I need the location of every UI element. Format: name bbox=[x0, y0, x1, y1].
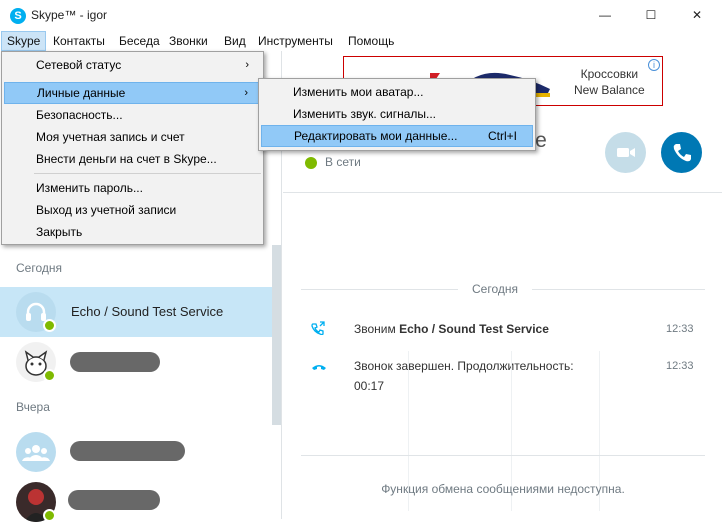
ad-line-2: New Balance bbox=[574, 83, 645, 97]
submenu-item-change-avatar[interactable]: Изменить мои аватар... bbox=[261, 81, 533, 103]
menu-separator bbox=[34, 173, 261, 174]
audio-call-button[interactable] bbox=[661, 132, 702, 173]
ad-text: Кроссовки New Balance bbox=[574, 66, 645, 98]
video-camera-icon bbox=[617, 148, 635, 157]
menu-item-security[interactable]: Безопасность... bbox=[4, 104, 261, 126]
online-status-icon bbox=[43, 319, 56, 332]
call-duration: 00:17 bbox=[354, 379, 385, 393]
submenu-arrow-icon: › bbox=[245, 59, 249, 71]
message-call-started: Звоним Echo / Sound Test Service bbox=[354, 319, 549, 339]
menu-skype[interactable]: Skype bbox=[1, 31, 47, 51]
ad-line-1: Кроссовки bbox=[580, 67, 639, 81]
section-yesterday: Вчера bbox=[16, 400, 50, 414]
messaging-unavailable-notice: Функция обмена сообщениями недоступна. bbox=[301, 455, 705, 496]
menu-bar: Skype Контакты Беседа Звонки Вид Инструм… bbox=[0, 31, 722, 51]
phone-icon bbox=[673, 144, 691, 162]
day-label: Сегодня bbox=[458, 282, 532, 296]
section-today: Сегодня bbox=[16, 261, 62, 275]
message-time: 12:33 bbox=[666, 323, 694, 335]
menu-tools[interactable]: Инструменты bbox=[253, 31, 338, 51]
menu-item-add-credit[interactable]: Внести деньги на счет в Skype... bbox=[4, 148, 261, 170]
message-call-ended: Звонок завершен. Продолжительность: 00:1… bbox=[354, 356, 574, 396]
skype-dropdown-menu: Сетевой статус › Личные данные › Безопас… bbox=[1, 51, 264, 245]
header-divider bbox=[283, 192, 722, 193]
message-text: Звонок завершен. Продолжительность: bbox=[354, 359, 574, 373]
minimize-button[interactable]: — bbox=[590, 4, 620, 26]
contact-status: В сети bbox=[305, 155, 361, 169]
window-title: Skype™ - igor bbox=[31, 8, 108, 22]
menu-item-label: Личные данные bbox=[37, 86, 126, 100]
menu-help[interactable]: Помощь bbox=[343, 31, 399, 51]
title-bar: S Skype™ - igor — ☐ ✕ bbox=[0, 0, 722, 31]
menu-item-change-password[interactable]: Изменить пароль... bbox=[4, 177, 261, 199]
menu-item-label: Сетевой статус bbox=[36, 58, 122, 72]
conversation-item-blurred[interactable] bbox=[0, 337, 272, 387]
video-call-button[interactable] bbox=[605, 132, 646, 173]
menu-item-close[interactable]: Закрыть bbox=[4, 221, 261, 243]
skype-logo-icon: S bbox=[10, 8, 26, 24]
menu-item-personal-data[interactable]: Личные данные › bbox=[4, 82, 261, 104]
submenu-arrow-icon: › bbox=[244, 87, 248, 99]
status-text: В сети bbox=[325, 155, 361, 169]
call-end-icon bbox=[311, 359, 327, 375]
menu-item-network-status[interactable]: Сетевой статус › bbox=[4, 54, 261, 76]
menu-contacts[interactable]: Контакты bbox=[48, 31, 110, 51]
submenu-item-change-sounds[interactable]: Изменить звук. сигналы... bbox=[261, 103, 533, 125]
menu-item-sign-out[interactable]: Выход из учетной записи bbox=[4, 199, 261, 221]
menu-item-account[interactable]: Моя учетная запись и счет bbox=[4, 126, 261, 148]
redacted-name bbox=[70, 441, 185, 461]
online-status-icon bbox=[305, 156, 317, 169]
redacted-name bbox=[70, 352, 160, 372]
maximize-button[interactable]: ☐ bbox=[636, 4, 666, 26]
submenu-item-edit-profile[interactable]: Редактировать мои данные... Ctrl+I bbox=[261, 125, 533, 147]
personal-data-submenu: Изменить мои аватар... Изменить звук. си… bbox=[258, 78, 536, 151]
sidebar-scrollbar[interactable] bbox=[272, 245, 281, 425]
conversation-item-group[interactable] bbox=[0, 426, 272, 476]
message-time: 12:33 bbox=[666, 360, 694, 372]
redacted-name bbox=[68, 490, 160, 510]
message-prefix: Звоним bbox=[354, 322, 400, 336]
group-icon bbox=[16, 432, 56, 472]
submenu-item-label: Редактировать мои данные... bbox=[294, 129, 458, 143]
conversation-name: Echo / Sound Test Service bbox=[71, 304, 224, 319]
shortcut-label: Ctrl+I bbox=[488, 129, 518, 143]
call-out-icon bbox=[311, 321, 325, 338]
message-contact: Echo / Sound Test Service bbox=[399, 322, 549, 336]
close-button[interactable]: ✕ bbox=[682, 4, 712, 26]
conversation-item-echo[interactable]: Echo / Sound Test Service bbox=[0, 287, 272, 337]
menu-calls[interactable]: Звонки bbox=[164, 31, 213, 51]
online-status-icon bbox=[43, 369, 56, 382]
ad-info-icon[interactable]: i bbox=[648, 59, 660, 71]
online-status-icon bbox=[43, 509, 56, 522]
menu-view[interactable]: Вид bbox=[219, 31, 251, 51]
menu-conversation[interactable]: Беседа bbox=[114, 31, 165, 51]
